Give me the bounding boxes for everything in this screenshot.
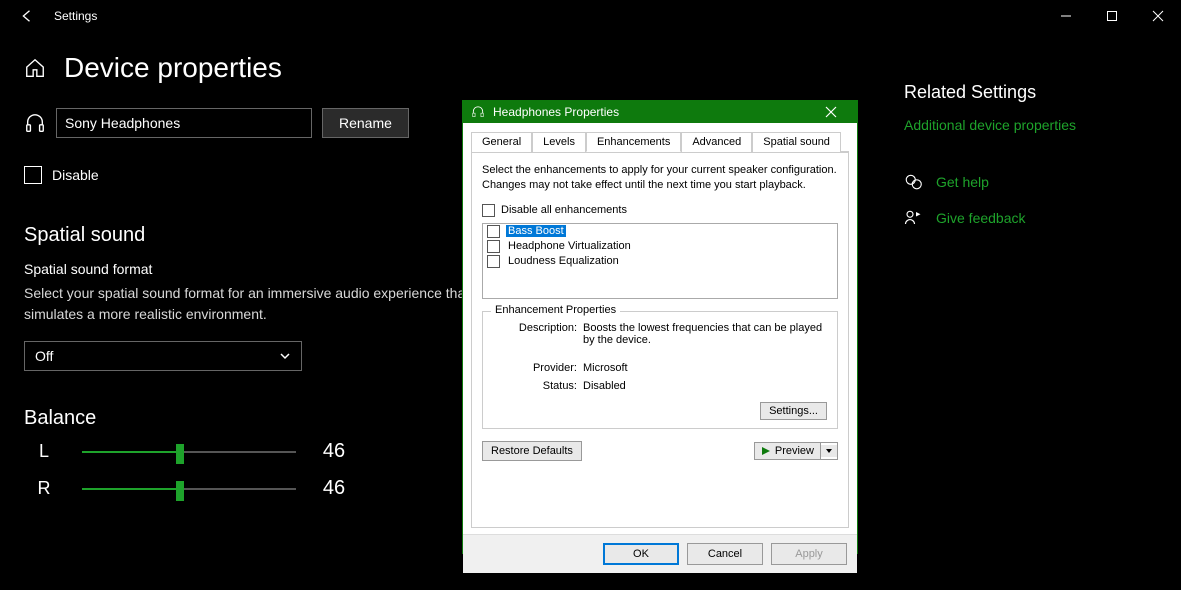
enhancements-list[interactable]: Bass Boost Headphone Virtualization Loud… bbox=[482, 223, 838, 299]
play-icon bbox=[761, 446, 771, 456]
preview-split-button[interactable]: Preview bbox=[754, 442, 838, 460]
spatial-format-dropdown[interactable]: Off bbox=[24, 341, 302, 371]
tab-spatial-sound[interactable]: Spatial sound bbox=[752, 132, 841, 152]
help-icon bbox=[904, 173, 924, 191]
related-settings-heading: Related Settings bbox=[904, 82, 1181, 103]
get-help-link[interactable]: Get help bbox=[936, 174, 989, 190]
enhancement-item-bass-boost[interactable]: Bass Boost bbox=[483, 224, 837, 239]
description-value: Boosts the lowest frequencies that can b… bbox=[583, 322, 827, 346]
settings-titlebar: Settings bbox=[0, 0, 1181, 32]
balance-right-slider[interactable] bbox=[82, 478, 296, 500]
tab-content-enhancements: Select the enhancements to apply for you… bbox=[471, 152, 849, 528]
window-title: Settings bbox=[54, 9, 97, 23]
enhancement-properties-legend: Enhancement Properties bbox=[491, 304, 620, 316]
rename-button[interactable]: Rename bbox=[322, 108, 409, 138]
provider-label: Provider: bbox=[493, 362, 577, 374]
dialog-tab-strip: General Levels Enhancements Advanced Spa… bbox=[471, 131, 849, 152]
tab-advanced[interactable]: Advanced bbox=[681, 132, 752, 152]
disable-label: Disable bbox=[52, 167, 99, 183]
device-name-input[interactable] bbox=[56, 108, 312, 138]
balance-right-value: 46 bbox=[314, 477, 354, 500]
page-title: Device properties bbox=[64, 52, 282, 84]
tab-enhancements[interactable]: Enhancements bbox=[586, 132, 681, 152]
headphone-icon bbox=[471, 105, 485, 119]
tab-levels[interactable]: Levels bbox=[532, 132, 586, 152]
preview-button[interactable]: Preview bbox=[755, 443, 821, 459]
spatial-description: Select your spatial sound format for an … bbox=[24, 283, 524, 325]
cancel-button[interactable]: Cancel bbox=[687, 543, 763, 565]
ok-button[interactable]: OK bbox=[603, 543, 679, 565]
dialog-button-row: OK Cancel Apply bbox=[463, 534, 857, 573]
provider-value: Microsoft bbox=[583, 362, 827, 374]
bass-boost-label: Bass Boost bbox=[506, 225, 566, 237]
headphone-icon bbox=[24, 112, 46, 134]
enhancement-item-loudness-equalization[interactable]: Loudness Equalization bbox=[483, 254, 837, 269]
spatial-format-value: Off bbox=[35, 348, 53, 364]
enhancement-item-headphone-virtualization[interactable]: Headphone Virtualization bbox=[483, 239, 837, 254]
properties-dialog: Headphones Properties General Levels Enh… bbox=[462, 100, 858, 554]
bass-boost-checkbox[interactable] bbox=[487, 225, 500, 238]
description-label: Description: bbox=[493, 322, 577, 346]
enhancement-properties-group: Enhancement Properties Description: Boos… bbox=[482, 311, 838, 429]
preview-label: Preview bbox=[775, 445, 814, 457]
disable-all-label: Disable all enhancements bbox=[501, 204, 627, 216]
headphone-virtualization-label: Headphone Virtualization bbox=[506, 240, 633, 252]
back-button[interactable] bbox=[16, 6, 36, 26]
headphone-virtualization-checkbox[interactable] bbox=[487, 240, 500, 253]
enhancements-intro: Select the enhancements to apply for you… bbox=[482, 163, 838, 194]
preview-dropdown-arrow[interactable] bbox=[821, 445, 837, 457]
home-icon[interactable] bbox=[24, 57, 46, 79]
close-button[interactable] bbox=[1135, 0, 1181, 32]
balance-left-slider[interactable] bbox=[82, 441, 296, 463]
additional-properties-link[interactable]: Additional device properties bbox=[904, 117, 1181, 133]
dialog-title: Headphones Properties bbox=[493, 105, 813, 119]
enhancement-settings-button[interactable]: Settings... bbox=[760, 402, 827, 420]
status-label: Status: bbox=[493, 380, 577, 392]
dialog-titlebar[interactable]: Headphones Properties bbox=[463, 101, 857, 123]
disable-all-checkbox[interactable] bbox=[482, 204, 495, 217]
tab-general[interactable]: General bbox=[471, 132, 532, 152]
feedback-icon bbox=[904, 209, 924, 227]
balance-right-label: R bbox=[24, 478, 64, 499]
disable-checkbox[interactable] bbox=[24, 166, 42, 184]
loudness-equalization-checkbox[interactable] bbox=[487, 255, 500, 268]
balance-left-label: L bbox=[24, 441, 64, 462]
maximize-button[interactable] bbox=[1089, 0, 1135, 32]
balance-left-value: 46 bbox=[314, 440, 354, 463]
minimize-button[interactable] bbox=[1043, 0, 1089, 32]
dialog-close-button[interactable] bbox=[813, 101, 849, 123]
status-value: Disabled bbox=[583, 380, 827, 392]
chevron-down-icon bbox=[279, 350, 291, 362]
apply-button[interactable]: Apply bbox=[771, 543, 847, 565]
loudness-equalization-label: Loudness Equalization bbox=[506, 255, 621, 267]
give-feedback-link[interactable]: Give feedback bbox=[936, 210, 1026, 226]
restore-defaults-button[interactable]: Restore Defaults bbox=[482, 441, 582, 461]
